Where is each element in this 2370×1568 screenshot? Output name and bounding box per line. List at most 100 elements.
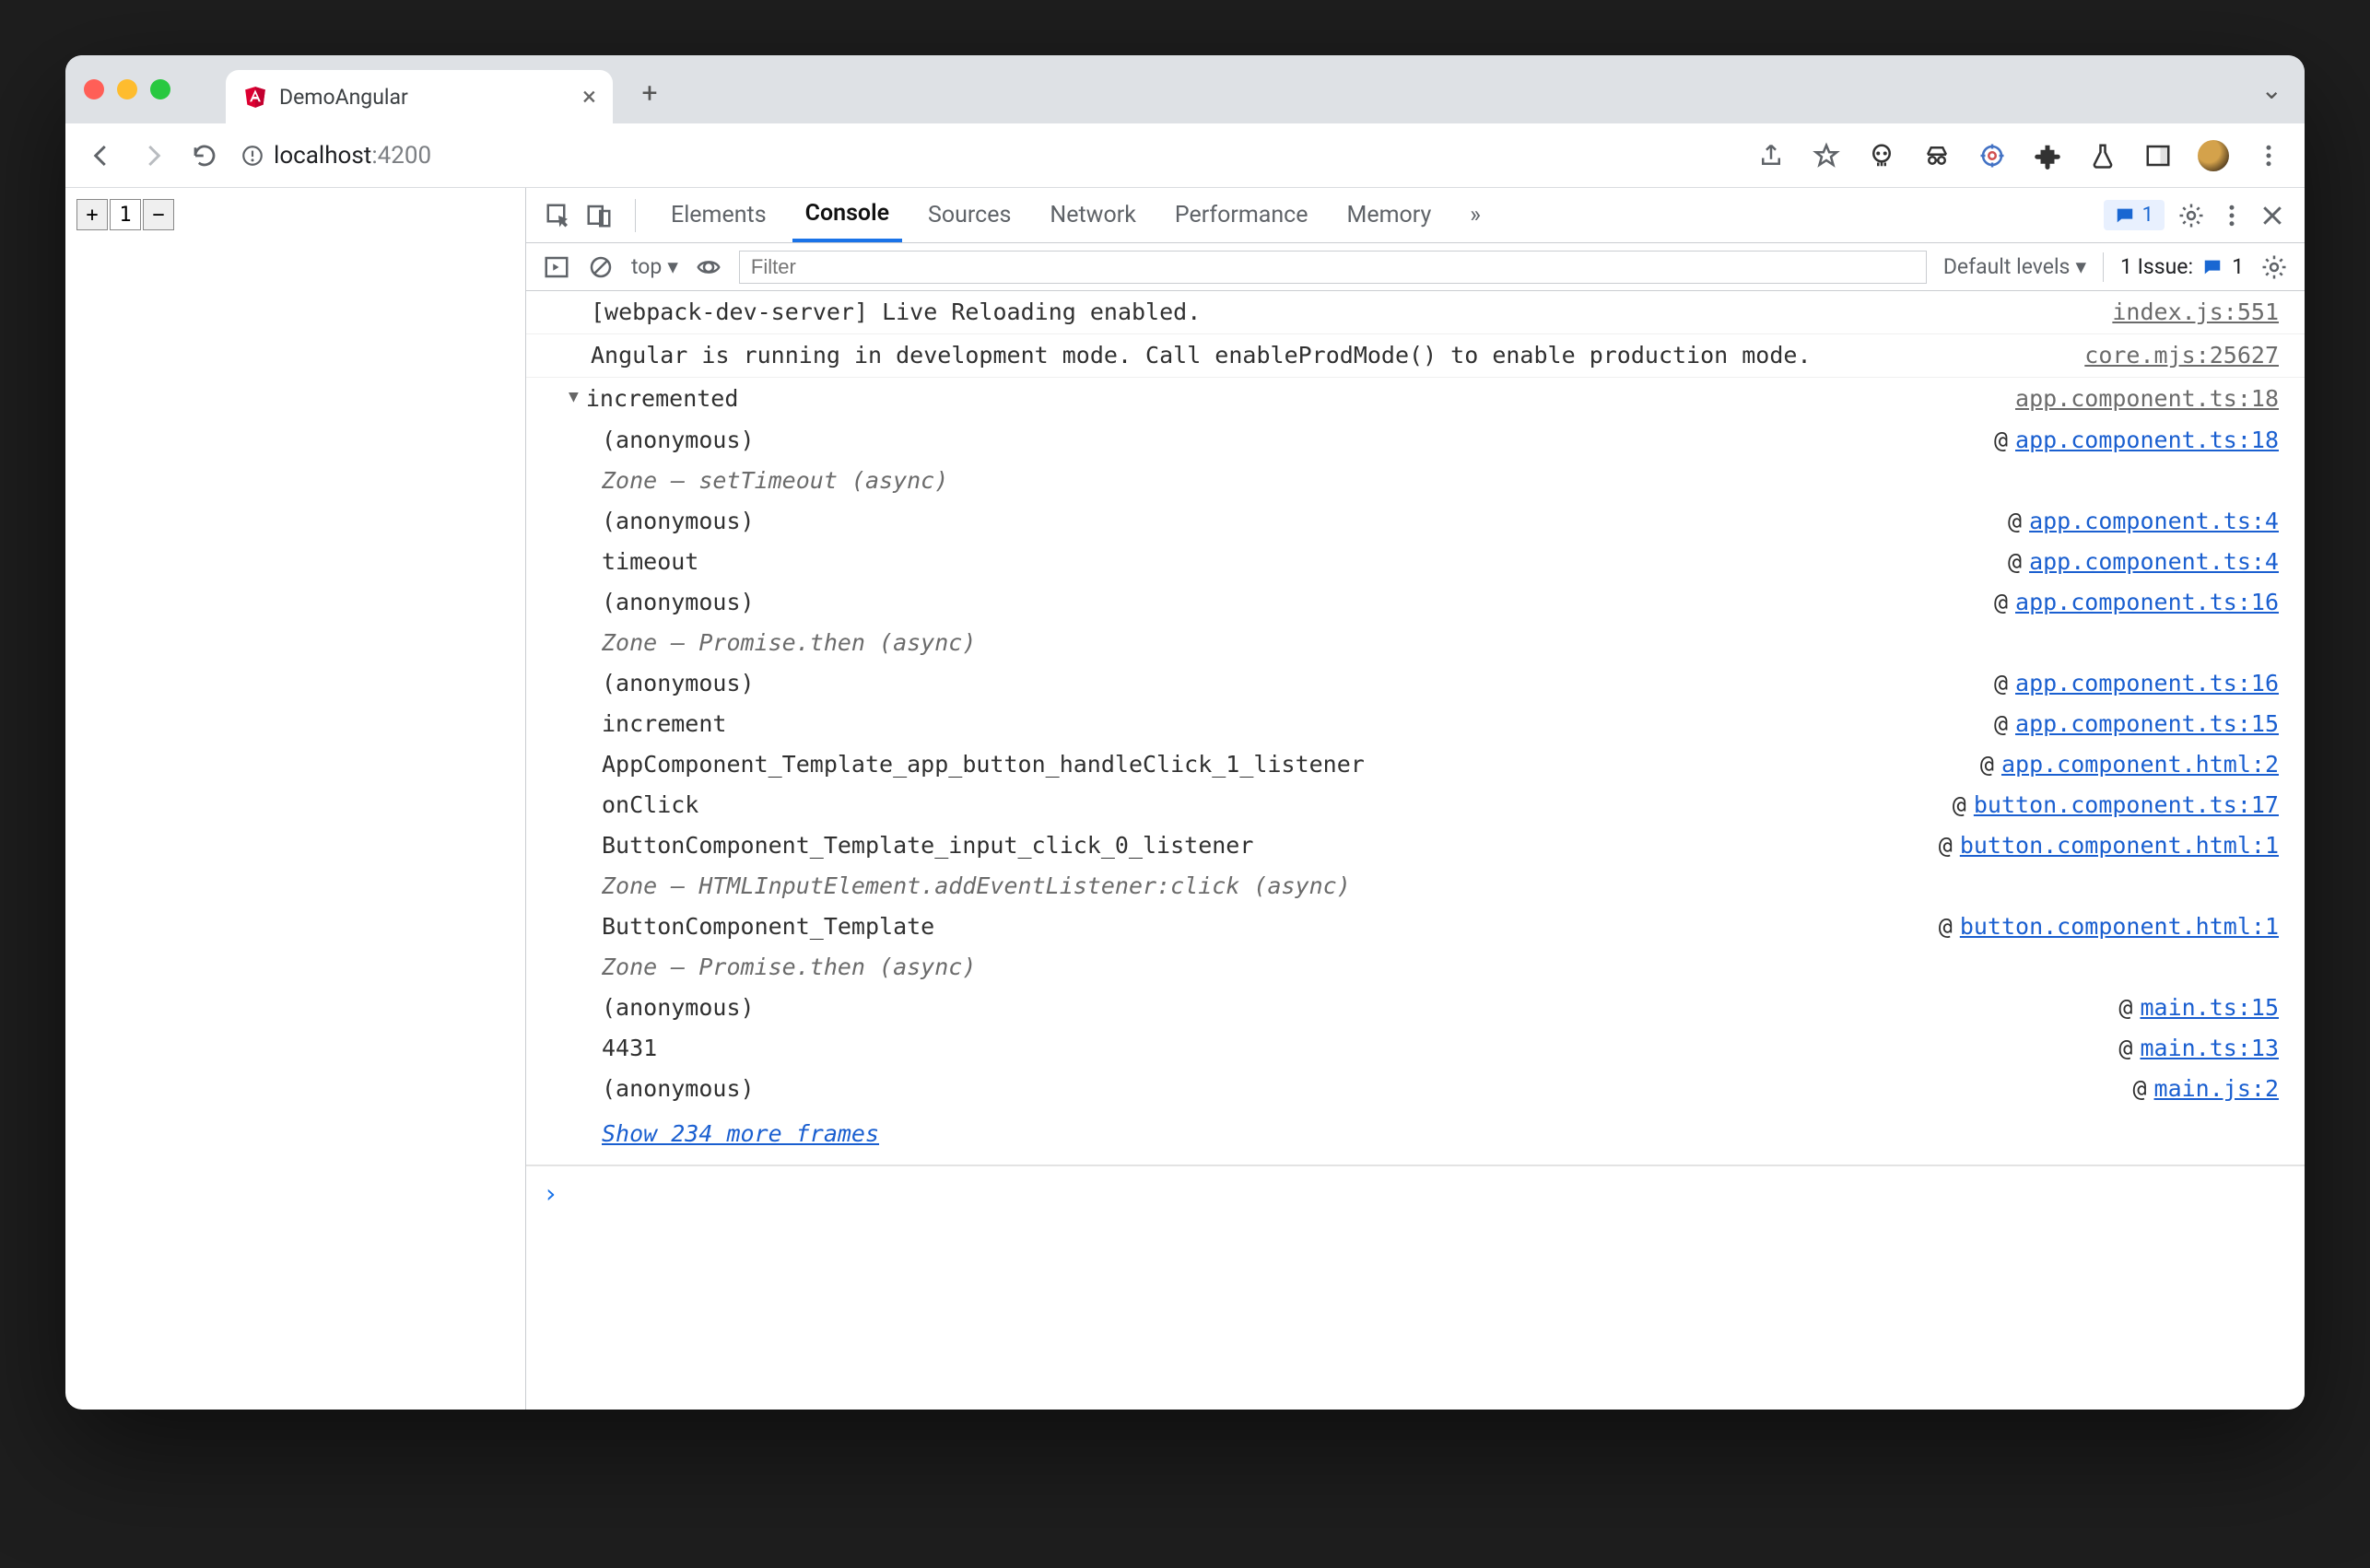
log-row: Angular is running in development mode. … bbox=[526, 334, 2305, 378]
log-levels-selector[interactable]: Default levels▾ bbox=[1943, 254, 2086, 279]
frame-source-link[interactable]: main.ts:15 bbox=[2140, 989, 2279, 1027]
tab-network[interactable]: Network bbox=[1037, 188, 1148, 242]
frame-source-link[interactable]: main.ts:13 bbox=[2140, 1029, 2279, 1068]
new-tab-button[interactable]: + bbox=[629, 73, 670, 113]
frame-source-link[interactable]: button.component.html:1 bbox=[1960, 826, 2279, 865]
sidebar-toggle-icon[interactable] bbox=[543, 253, 570, 281]
frame-function: Zone — HTMLInputElement.addEventListener… bbox=[581, 867, 1351, 906]
increment-button[interactable]: + bbox=[76, 199, 108, 230]
tab-elements[interactable]: Elements bbox=[658, 188, 780, 242]
maximize-window-button[interactable] bbox=[150, 79, 170, 99]
extension-target-icon[interactable] bbox=[1977, 140, 2008, 171]
inspect-icon[interactable] bbox=[545, 202, 572, 229]
extension-panel-icon[interactable] bbox=[2142, 140, 2174, 171]
trace-frame: (anonymous)@app.component.ts:18 bbox=[581, 420, 2279, 461]
trace-frame: (anonymous)@app.component.ts:4 bbox=[581, 501, 2279, 542]
issues-count: 1 bbox=[2232, 254, 2244, 279]
frame-source-link[interactable]: app.component.ts:16 bbox=[2015, 664, 2279, 703]
frame-function: onClick bbox=[581, 786, 698, 825]
frame-source-link[interactable]: button.component.html:1 bbox=[1960, 907, 2279, 946]
issues-indicator[interactable]: 1 Issue: 1 bbox=[2120, 254, 2244, 279]
log-source-link[interactable]: core.mjs:25627 bbox=[2057, 336, 2279, 375]
messages-count: 1 bbox=[2142, 204, 2153, 227]
console-prompt[interactable]: › bbox=[526, 1165, 2305, 1221]
issues-label: 1 Issue: bbox=[2120, 254, 2193, 279]
tab-memory[interactable]: Memory bbox=[1334, 188, 1445, 242]
frame-source-link[interactable]: app.component.ts:16 bbox=[2015, 583, 2279, 622]
log-message: [webpack-dev-server] Live Reloading enab… bbox=[591, 293, 2084, 332]
tab-sources[interactable]: Sources bbox=[915, 188, 1024, 242]
stack-trace: ▼ incremented app.component.ts:18 (anony… bbox=[526, 378, 2305, 1165]
frame-source-link[interactable]: main.js:2 bbox=[2154, 1070, 2279, 1108]
frame-source-link[interactable]: app.component.html:2 bbox=[2001, 745, 2279, 784]
browser-tab[interactable]: DemoAngular × bbox=[226, 70, 613, 123]
frame-source-link[interactable]: button.component.ts:17 bbox=[1974, 786, 2279, 825]
frame-function: Zone — Promise.then (async) bbox=[581, 624, 976, 662]
extension-flask-icon[interactable] bbox=[2087, 140, 2118, 171]
frame-source-link[interactable]: app.component.ts:18 bbox=[2015, 421, 2279, 460]
filter-input[interactable] bbox=[739, 251, 1927, 284]
extensions-icon[interactable] bbox=[2032, 140, 2063, 171]
extension-skull-icon[interactable] bbox=[1866, 140, 1897, 171]
frame-function: (anonymous) bbox=[581, 583, 755, 622]
trace-frame: timeout@app.component.ts:4 bbox=[581, 542, 2279, 582]
frame-source-link[interactable]: app.component.ts:4 bbox=[2029, 502, 2279, 541]
reload-button[interactable] bbox=[189, 140, 220, 171]
devtools-menu-icon[interactable] bbox=[2218, 202, 2246, 229]
frame-source-link[interactable]: app.component.ts:15 bbox=[2015, 705, 2279, 743]
counter-controls: + 1 − bbox=[76, 199, 514, 230]
back-button[interactable] bbox=[86, 140, 117, 171]
devtools-panel: Elements Console Sources Network Perform… bbox=[526, 188, 2305, 1410]
settings-icon[interactable] bbox=[2177, 202, 2205, 229]
device-icon[interactable] bbox=[585, 202, 613, 229]
extension-incognito-icon[interactable] bbox=[1921, 140, 1953, 171]
console-toolbar: top▾ Default levels▾ 1 Issue: 1 bbox=[526, 243, 2305, 291]
disclosure-triangle-icon[interactable]: ▼ bbox=[569, 383, 579, 422]
profile-avatar[interactable] bbox=[2198, 140, 2229, 171]
show-more-frames-link[interactable]: Show 234 more frames bbox=[602, 1120, 879, 1147]
close-devtools-icon[interactable] bbox=[2259, 202, 2286, 229]
trace-source-link[interactable]: app.component.ts:18 bbox=[2015, 380, 2279, 418]
frame-function: AppComponent_Template_app_button_handleC… bbox=[581, 745, 1365, 784]
minimize-window-button[interactable] bbox=[117, 79, 137, 99]
close-window-button[interactable] bbox=[84, 79, 104, 99]
trace-frame: (anonymous)@main.js:2 bbox=[581, 1069, 2279, 1109]
share-icon[interactable] bbox=[1755, 140, 1787, 171]
tab-overflow-button[interactable]: ⌄ bbox=[2261, 75, 2282, 105]
close-tab-button[interactable]: × bbox=[582, 84, 596, 110]
trace-frame: (anonymous)@app.component.ts:16 bbox=[581, 663, 2279, 704]
tab-performance[interactable]: Performance bbox=[1162, 188, 1321, 242]
live-expression-icon[interactable] bbox=[695, 253, 722, 281]
log-row: [webpack-dev-server] Live Reloading enab… bbox=[526, 291, 2305, 334]
frame-function: Zone — Promise.then (async) bbox=[581, 948, 976, 987]
frame-function: ButtonComponent_Template_input_click_0_l… bbox=[581, 826, 1253, 865]
tabs-overflow[interactable]: » bbox=[1457, 188, 1494, 242]
tab-title: DemoAngular bbox=[279, 85, 408, 110]
context-selector[interactable]: top▾ bbox=[631, 254, 678, 279]
trace-zone-note: Zone — HTMLInputElement.addEventListener… bbox=[581, 866, 2279, 907]
devtools-tabs: Elements Console Sources Network Perform… bbox=[526, 188, 2305, 243]
trace-frame: (anonymous)@main.ts:15 bbox=[581, 988, 2279, 1028]
console-settings-icon[interactable] bbox=[2260, 253, 2288, 281]
log-message: Angular is running in development mode. … bbox=[591, 336, 2057, 375]
trace-zone-note: Zone — Promise.then (async) bbox=[581, 947, 2279, 988]
log-source-link[interactable]: index.js:551 bbox=[2084, 293, 2279, 332]
page-content: + 1 − bbox=[65, 188, 526, 1410]
frame-source-link[interactable]: app.component.ts:4 bbox=[2029, 543, 2279, 581]
trace-frame: (anonymous)@app.component.ts:16 bbox=[581, 582, 2279, 623]
trace-frame: 4431@main.ts:13 bbox=[581, 1028, 2279, 1069]
address-bar[interactable]: localhost:4200 bbox=[241, 142, 431, 170]
angular-icon bbox=[242, 84, 268, 110]
clear-console-icon[interactable] bbox=[587, 253, 615, 281]
trace-frame: ButtonComponent_Template@button.componen… bbox=[581, 907, 2279, 947]
browser-menu-icon[interactable] bbox=[2253, 140, 2284, 171]
tab-console[interactable]: Console bbox=[792, 188, 902, 242]
trace-zone-note: Zone — Promise.then (async) bbox=[581, 623, 2279, 663]
decrement-button[interactable]: − bbox=[143, 199, 174, 230]
bookmark-icon[interactable] bbox=[1811, 140, 1842, 171]
messages-badge[interactable]: 1 bbox=[2104, 200, 2165, 230]
toolbar-actions bbox=[1755, 140, 2284, 171]
forward-button[interactable] bbox=[137, 140, 169, 171]
frame-function: (anonymous) bbox=[581, 989, 755, 1027]
tab-strip: DemoAngular × + ⌄ bbox=[65, 55, 2305, 123]
